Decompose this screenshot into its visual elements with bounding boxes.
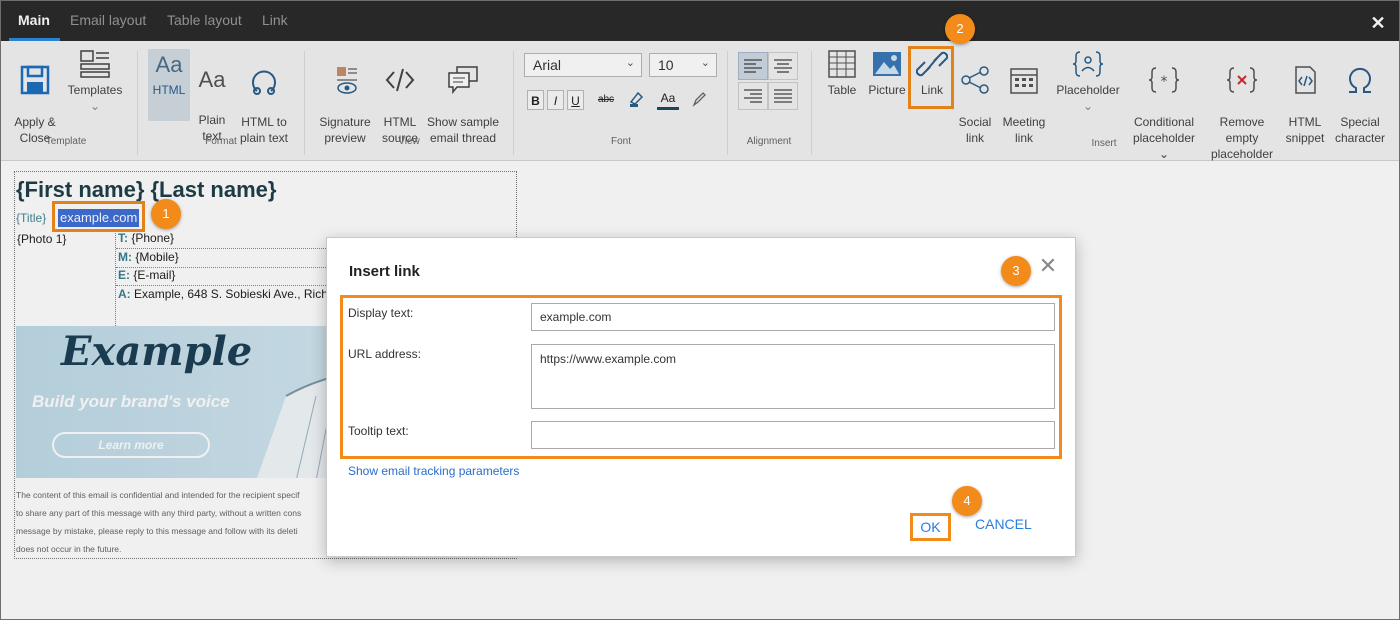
step-callout-4: 4 <box>952 486 982 516</box>
url-address-field[interactable]: https://www.example.com <box>531 344 1055 409</box>
step-callout-2: 2 <box>945 14 975 44</box>
tooltip-text-field[interactable] <box>531 421 1055 449</box>
cancel-button[interactable]: CANCEL <box>975 516 1032 532</box>
step-callout-3: 3 <box>1001 256 1031 286</box>
tooltip-text-label: Tooltip text: <box>348 424 409 438</box>
dialog-title: Insert link <box>349 263 420 280</box>
display-text-label: Display text: <box>348 306 414 320</box>
show-tracking-parameters-link[interactable]: Show email tracking parameters <box>348 464 519 478</box>
url-address-label: URL address: <box>348 347 421 361</box>
display-text-field[interactable] <box>531 303 1055 331</box>
signature-editor-window: Main Email layout Table layout Link ✕ Ap… <box>0 0 1400 620</box>
ok-button[interactable]: OK <box>910 513 951 541</box>
close-icon[interactable]: ✕ <box>1038 255 1058 277</box>
step-callout-1: 1 <box>151 199 181 229</box>
